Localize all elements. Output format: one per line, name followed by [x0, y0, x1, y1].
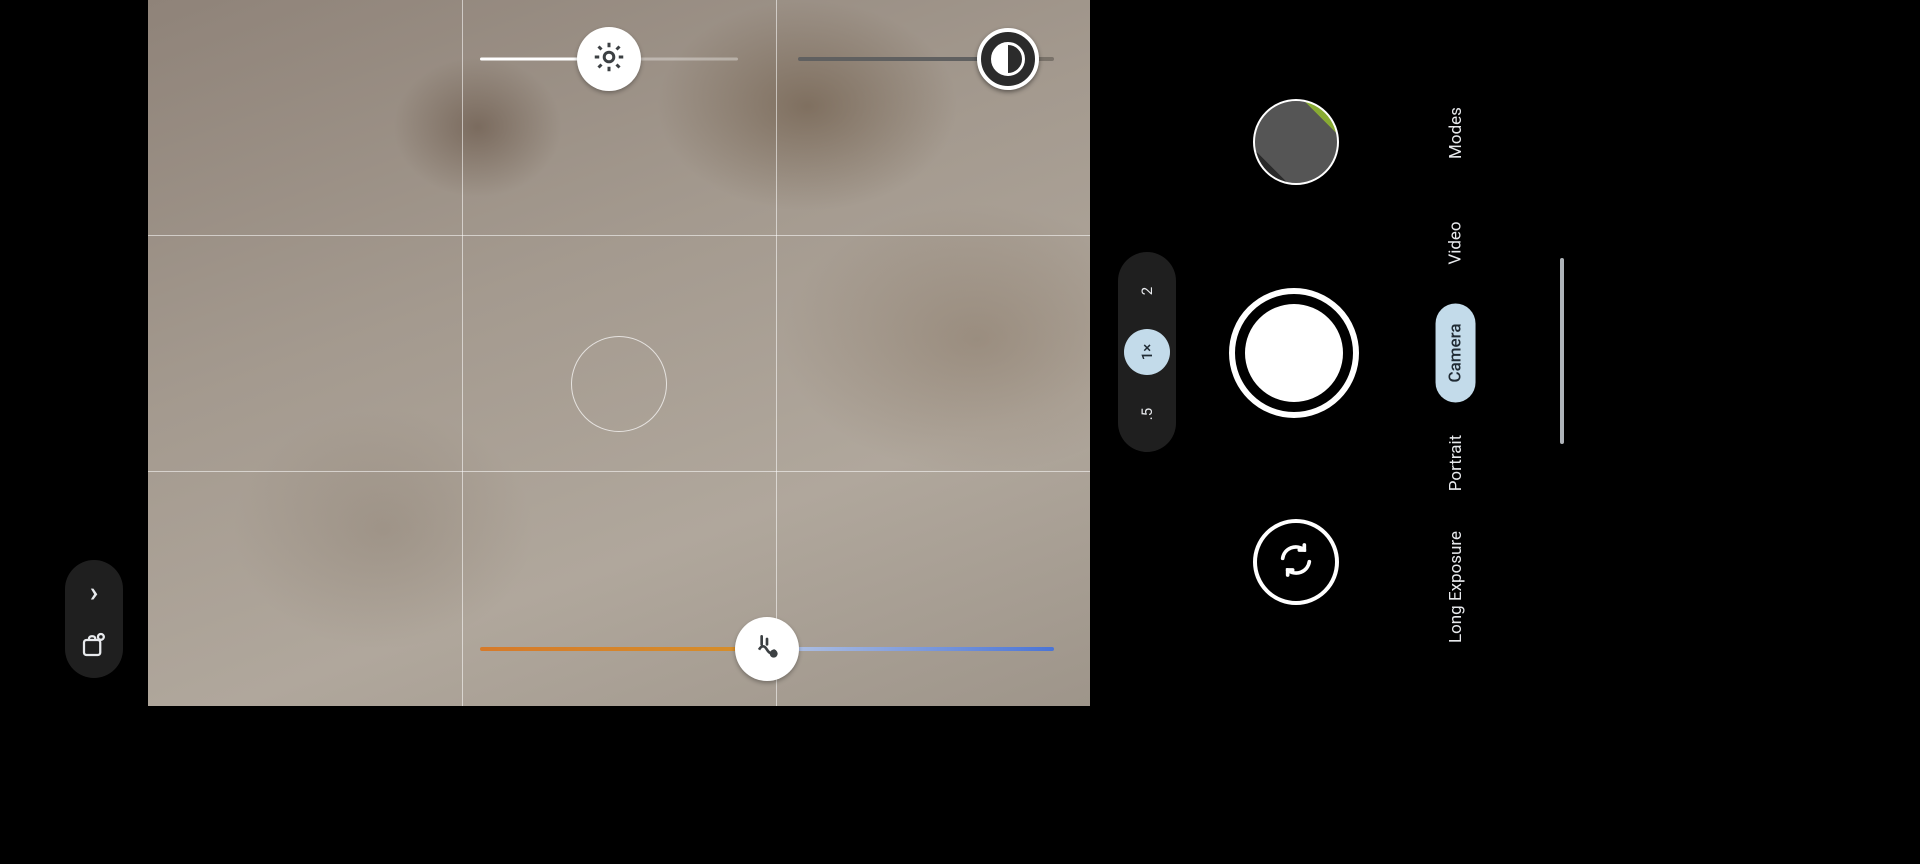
chevron-right-icon: › — [90, 575, 98, 608]
shadows-slider-thumb[interactable] — [977, 28, 1039, 90]
zoom-level-selector: 2 1× .5 — [1118, 252, 1176, 452]
camera-viewfinder[interactable] — [148, 0, 1090, 706]
mode-portrait[interactable]: Portrait — [1436, 415, 1476, 511]
mode-video[interactable]: Video — [1436, 201, 1476, 284]
grid-line — [148, 235, 1090, 236]
capture-mode-rail[interactable]: Modes Video Camera Portrait Long Exposur… — [1396, 0, 1516, 706]
mode-modes[interactable]: Modes — [1436, 87, 1476, 179]
white-balance-icon — [751, 631, 783, 667]
white-balance-slider[interactable] — [480, 646, 1054, 652]
zoom-level-1x[interactable]: 1× — [1124, 329, 1170, 375]
grid-line — [776, 0, 777, 706]
mode-camera[interactable]: Camera — [1436, 303, 1476, 402]
focus-indicator-ring[interactable] — [571, 336, 667, 432]
camera-app-root: › 2 1× .5 — [0, 0, 1568, 706]
settings-effects-icon — [79, 630, 109, 660]
shadows-slider[interactable] — [798, 56, 1054, 62]
grid-line — [462, 0, 463, 706]
zoom-level-2x[interactable]: 2 — [1124, 268, 1170, 314]
quick-settings-pill: › — [65, 560, 123, 678]
gallery-thumbnail-button[interactable] — [1253, 99, 1339, 185]
brightness-slider[interactable] — [480, 56, 738, 62]
white-balance-slider-thumb[interactable] — [735, 617, 799, 681]
grid-line — [148, 471, 1090, 472]
side-scroll-indicator — [1560, 258, 1564, 444]
mode-long-exposure[interactable]: Long Exposure — [1436, 511, 1476, 663]
slider-track-warm — [480, 647, 767, 651]
shadows-icon — [991, 42, 1025, 76]
brightness-slider-thumb[interactable] — [577, 27, 641, 91]
zoom-level-0_5x[interactable]: .5 — [1124, 391, 1170, 437]
camera-flip-icon — [1276, 540, 1316, 584]
shutter-button[interactable] — [1229, 288, 1359, 418]
switch-camera-button[interactable] — [1253, 519, 1339, 605]
shutter-button-inner — [1245, 304, 1343, 402]
settings-effects-button[interactable] — [79, 630, 109, 660]
expand-quick-settings-button[interactable]: › — [90, 578, 98, 606]
brightness-icon — [591, 39, 627, 79]
slider-track-cool — [767, 647, 1054, 651]
